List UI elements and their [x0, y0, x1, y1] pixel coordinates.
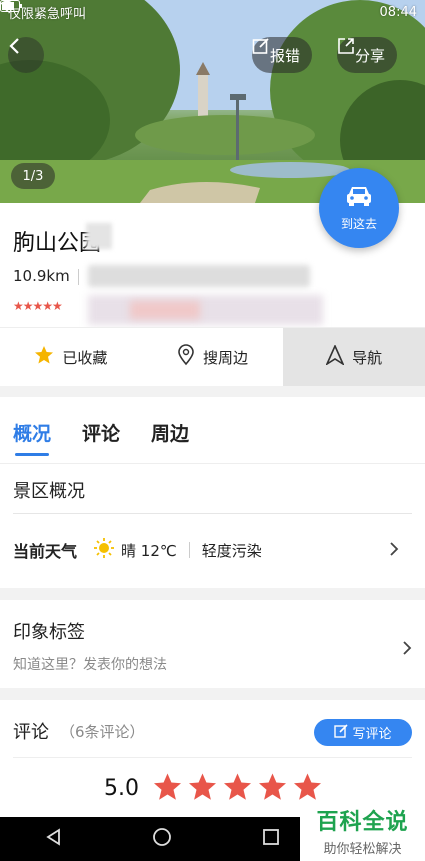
place-distance: 10.9km	[13, 267, 70, 285]
redacted-tag-badge	[130, 301, 200, 319]
share-label: 分享	[355, 46, 386, 65]
watermark-brand: 百科全说	[316, 810, 409, 835]
impression-title: 印象标签	[13, 622, 85, 643]
write-comment-label: 写评论	[352, 727, 392, 742]
divider	[13, 757, 412, 758]
back-button[interactable]	[8, 37, 44, 73]
tab-bar: 概况 评论 周边	[13, 419, 189, 456]
status-bar: 仅限紧急呼叫 08:44	[0, 0, 425, 24]
overview-card: 概况 评论 周边 景区概况 当前天气 晴 12℃ 轻度污染	[0, 397, 425, 588]
air-quality: 轻度污染	[201, 541, 262, 560]
redacted-address	[88, 265, 310, 287]
comments-count: （6条评论）	[60, 723, 145, 741]
photo-counter: 1/3	[11, 163, 55, 189]
edit-icon	[334, 723, 349, 742]
location-pin-icon	[177, 344, 195, 370]
chevron-right-icon	[389, 538, 399, 562]
impression-tags-card[interactable]: 印象标签 知道这里？发表你的想法	[0, 600, 425, 688]
star-icon	[34, 345, 54, 369]
redacted-tags	[88, 295, 323, 325]
weather-row[interactable]: 当前天气 晴 12℃ 轻度污染	[13, 537, 412, 563]
divider	[78, 269, 79, 285]
star-icon	[187, 772, 218, 806]
tab-comments[interactable]: 评论	[82, 419, 120, 446]
action-bar: 已收藏 搜周边 导航	[0, 327, 425, 386]
weather-label: 当前天气	[13, 542, 78, 561]
search-nearby-label: 搜周边	[203, 348, 249, 367]
redacted-area	[86, 223, 112, 249]
scenic-overview-title[interactable]: 景区概况	[13, 477, 85, 503]
star-icon	[152, 772, 183, 806]
clock: 08:44	[379, 4, 417, 20]
recents-square-icon[interactable]	[262, 828, 280, 850]
go-here-label: 到这去	[340, 217, 377, 231]
sun-icon	[93, 537, 115, 563]
watermark-logo: 百科全说 助你轻松解决	[300, 800, 425, 861]
weather-text: 晴 12℃	[121, 541, 177, 560]
write-comment-button[interactable]: 写评论	[314, 719, 412, 746]
divider	[13, 513, 412, 514]
navigation-button[interactable]: 导航	[283, 328, 425, 386]
home-circle-icon[interactable]	[152, 827, 172, 851]
watermark-slogan: 助你轻松解决	[323, 842, 402, 857]
go-here-button[interactable]: 到这去	[319, 168, 399, 248]
favorite-label: 已收藏	[62, 348, 108, 367]
divider	[188, 542, 190, 558]
navigation-label: 导航	[352, 348, 383, 367]
divider	[0, 463, 425, 464]
star-icon	[222, 772, 253, 806]
back-triangle-icon[interactable]	[45, 828, 63, 850]
average-score: 5.0	[104, 776, 139, 801]
place-rating-stars: ★★★★★	[13, 299, 63, 313]
chevron-right-icon	[402, 637, 412, 661]
share-button[interactable]: 分享	[337, 37, 398, 73]
tab-nearby[interactable]: 周边	[151, 419, 189, 446]
impression-prompt: 知道这里？发表你的想法	[13, 657, 167, 673]
favorite-button[interactable]: 已收藏	[0, 328, 142, 386]
comments-title: 评论	[13, 722, 49, 743]
report-error-button[interactable]: 报错	[252, 37, 313, 73]
search-nearby-button[interactable]: 搜周边	[142, 328, 284, 386]
tab-overview[interactable]: 概况	[13, 419, 51, 456]
score-stars	[152, 772, 323, 806]
car-icon	[344, 184, 374, 211]
star-icon	[257, 772, 288, 806]
report-error-label: 报错	[270, 46, 301, 65]
navigation-arrow-icon	[325, 344, 345, 369]
